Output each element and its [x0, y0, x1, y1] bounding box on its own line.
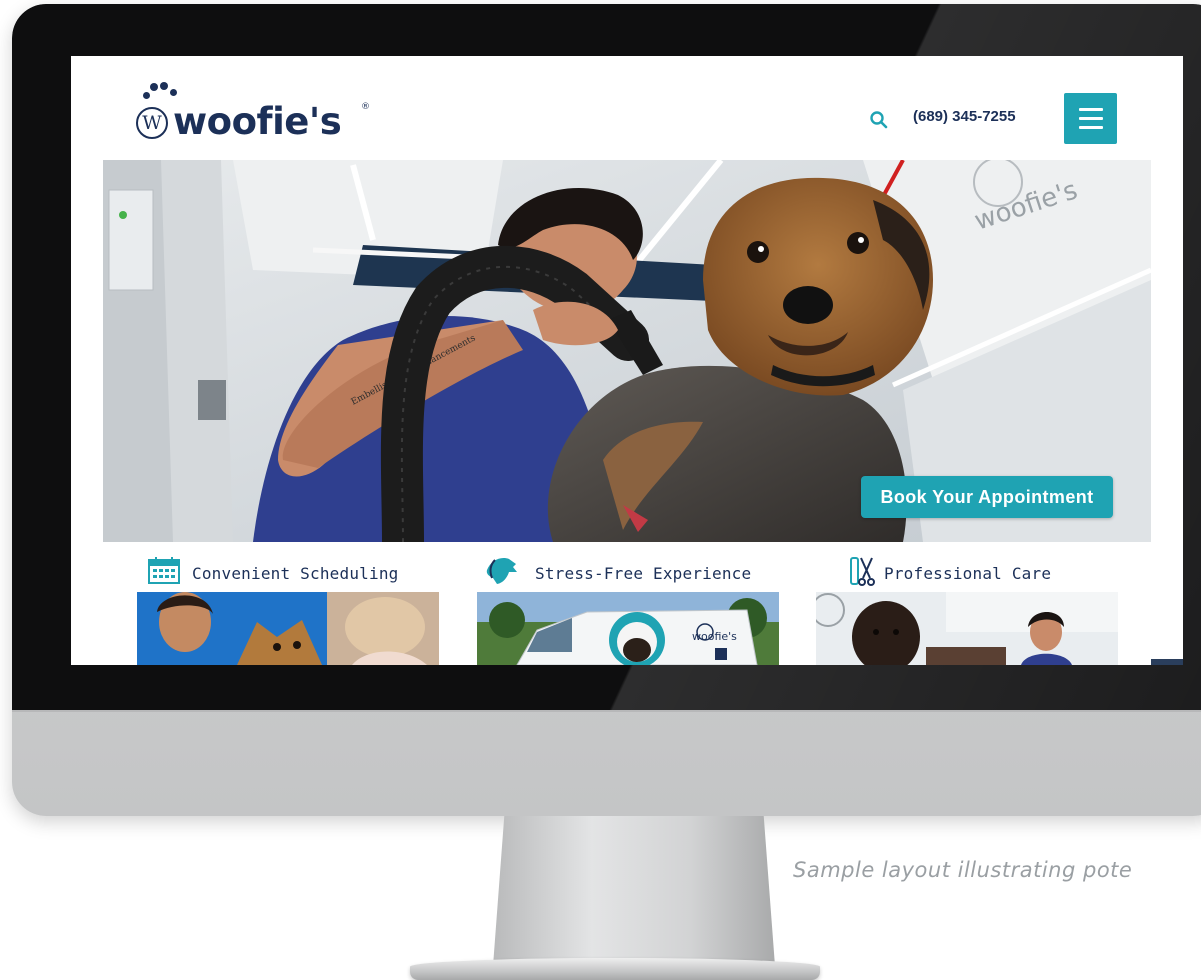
- feature-title: Professional Care: [884, 564, 1052, 583]
- monitor-chin: [12, 710, 1201, 712]
- feature-photo-grooming-van: woofie's: [477, 592, 779, 665]
- monitor-stand-base: [410, 958, 820, 980]
- website-screen: W woofie's ® (689) 345-7255 woofie's Emb…: [71, 56, 1183, 665]
- feature-convenient-scheduling[interactable]: Convenient Scheduling: [137, 550, 439, 665]
- menu-bar: [1078, 117, 1103, 120]
- calendar-icon: [148, 557, 180, 584]
- monitor-stand: [493, 816, 775, 966]
- feature-heading: Stress-Free Experience: [477, 556, 779, 584]
- paw-dots-icon: [129, 80, 179, 110]
- feature-title: Stress-Free Experience: [535, 564, 752, 583]
- feature-professional-care[interactable]: Professional Care: [816, 550, 1118, 665]
- logo-wordmark: woofie's: [173, 100, 342, 143]
- features-row: Convenient Scheduling Stress-Free Experi…: [71, 550, 1183, 665]
- feature-heading: Convenient Scheduling: [137, 556, 439, 584]
- feature-heading: Professional Care: [816, 556, 1118, 586]
- dog-head-icon: [486, 558, 517, 584]
- site-header: W woofie's ® (689) 345-7255: [71, 56, 1183, 160]
- monitor: W woofie's ® (689) 345-7255 woofie's Emb…: [12, 4, 1201, 816]
- feature-photo-professional-care: [816, 592, 1118, 665]
- monitor-bezel: W woofie's ® (689) 345-7255 woofie's Emb…: [12, 4, 1201, 710]
- sample-layout-caption: Sample layout illustrating pote: [793, 858, 1133, 882]
- phone-link[interactable]: (689) 345-7255: [913, 108, 1016, 125]
- feature-photo-scheduling: [137, 592, 439, 665]
- menu-bar: [1078, 108, 1103, 111]
- book-appointment-button[interactable]: Book Your Appointment: [861, 476, 1113, 518]
- hero-image: woofie's Embellish Your Enhancements Boo…: [103, 160, 1151, 542]
- grooming-tools-icon: [850, 557, 875, 586]
- menu-bar: [1078, 126, 1103, 129]
- screen-scroll-corner: [1151, 659, 1183, 665]
- feature-stress-free-experience[interactable]: Stress-Free Experience woofie's: [477, 550, 779, 665]
- feature-title: Convenient Scheduling: [192, 564, 399, 583]
- logo-monogram: W: [136, 107, 168, 139]
- search-icon[interactable]: [869, 110, 889, 130]
- svg-text:woofie's: woofie's: [692, 630, 737, 643]
- hamburger-menu-button[interactable]: [1064, 93, 1117, 144]
- registered-mark: ®: [361, 102, 370, 112]
